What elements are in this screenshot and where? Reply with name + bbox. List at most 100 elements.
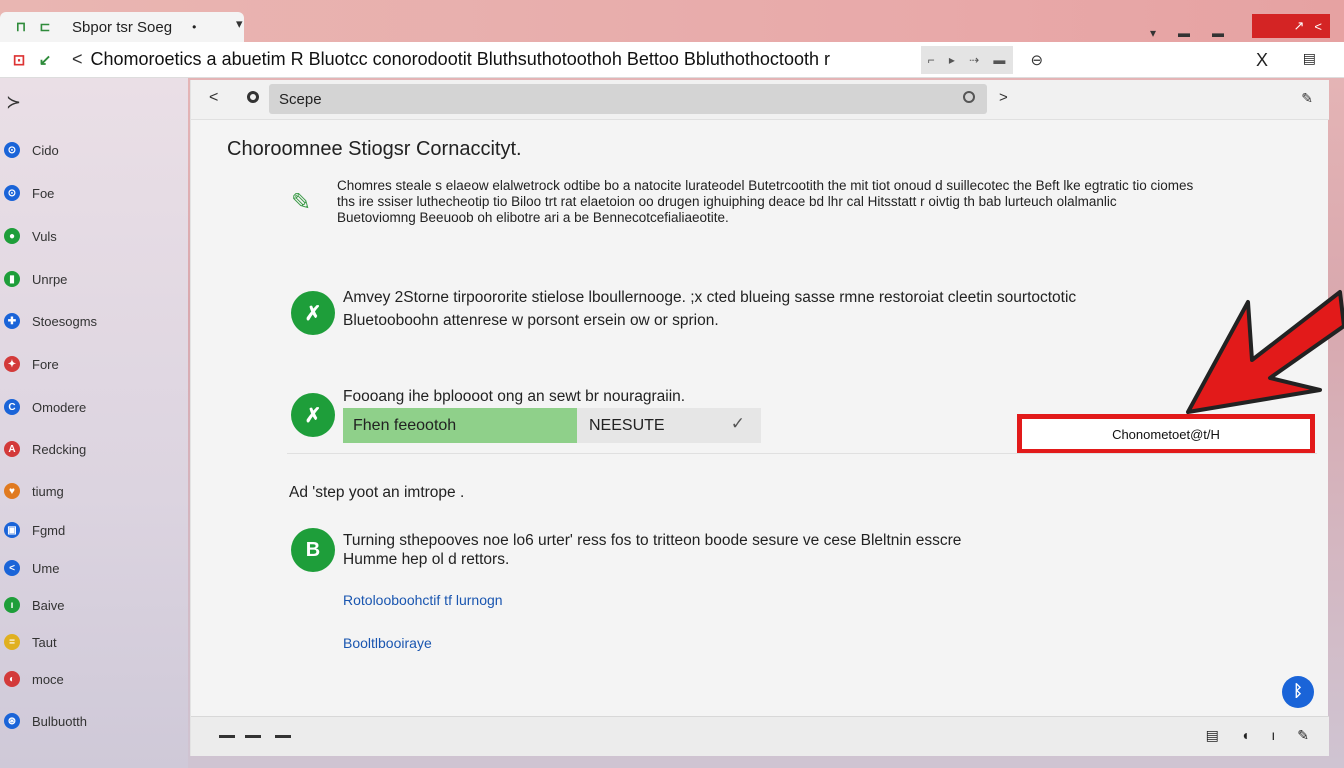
search-icon[interactable] [963, 91, 975, 103]
tab-title: Sbpor tsr Soeg [72, 18, 173, 36]
window-controls: ↗ < [1252, 14, 1330, 38]
bluetooth-settings-link[interactable]: Rotolooboohctif tf lurnogn [343, 592, 503, 608]
browser-tab[interactable]: ⊓ ⊏ Sbpor tsr Soeg • [0, 12, 244, 42]
sidebar-item[interactable]: < Ume [4, 560, 59, 576]
search-value: Scepe [279, 90, 322, 108]
sidebar-item-label: Redcking [32, 441, 87, 457]
edit-icon[interactable]: ✎ [1301, 90, 1313, 107]
sidebar-item[interactable]: A Redcking [4, 441, 86, 457]
step-1-text: Amvey 2Storne tirpoororite stielose lbou… [343, 286, 1203, 332]
panel-back-icon[interactable]: < [209, 89, 218, 107]
info-paragraph: Chomres steale s elaeow elalwetrock odti… [337, 178, 1194, 225]
page-title: Choroomnee Stiogsr Cornaccityt. [227, 138, 522, 160]
sidebar-item-icon: ⊛ [4, 713, 20, 729]
sidebar-item-label: Fgmd [32, 522, 66, 538]
account-icon[interactable]: ⊖ [1031, 51, 1044, 69]
sidebar-item-icon: ✦ [4, 356, 20, 372]
radio-icon[interactable] [247, 91, 259, 103]
dash-2 [245, 735, 261, 738]
sidebar-item-label: Fore [32, 356, 59, 372]
sidebar-item[interactable]: ✦ Fore [4, 356, 59, 372]
sidebar-item[interactable]: C Omodere [4, 399, 86, 415]
address-action-1[interactable]: ⌐ [928, 53, 935, 67]
sidebar-item[interactable]: ı Baive [4, 597, 65, 613]
bluetooth-help-link[interactable]: Booltlbooiraye [343, 635, 432, 651]
sidebar-item-label: moce [32, 671, 64, 687]
tab-caret-icon[interactable]: ▾ [236, 16, 243, 32]
toggle-off-label: NEESUTE [589, 416, 665, 434]
sidebar-item[interactable]: = Taut [4, 634, 57, 650]
red-arrow-icon [1186, 290, 1344, 414]
step-1-icon: ✗ [291, 291, 335, 335]
sidebar-item-icon: < [4, 560, 20, 576]
pen-icon[interactable]: ✎ [1297, 727, 1309, 744]
sidebar-item-label: Cido [32, 142, 59, 158]
toggle-icon[interactable]: ◖ [1241, 727, 1249, 744]
leaf-icon: ✎ [291, 189, 312, 216]
share-icon[interactable]: < [1314, 19, 1322, 34]
step-2-label: Foooang ihe bploooot ong an sewt br nour… [343, 388, 686, 405]
restore-icon[interactable]: ▬ [1212, 26, 1224, 40]
step-3-line-1: Turning sthepooves noe lo6 urter' ress f… [343, 532, 962, 549]
sidebar-item-icon: A [4, 441, 20, 457]
sidebar-item-icon: = [4, 634, 20, 650]
sidebar-item-icon: ▣ [4, 522, 20, 538]
info-icon[interactable]: ı [1271, 727, 1275, 744]
sidebar-item-icon: ✚ [4, 313, 20, 329]
dash-3 [275, 735, 291, 738]
sidebar-item-icon: ▮ [4, 271, 20, 287]
bottom-bar: ▤ ◖ ı ✎ [191, 716, 1329, 756]
dropdown-icon[interactable]: ▾ [1150, 26, 1156, 40]
leaf-nav-icon[interactable]: ↙ [32, 51, 58, 69]
sidebar-item[interactable]: ⊛ Bulbuotth [4, 713, 87, 729]
search-input[interactable]: Scepe [269, 84, 987, 114]
sidebar-item[interactable]: ◐ moce [4, 671, 64, 687]
dash-1 [219, 735, 235, 738]
step-2-icon: ✗ [291, 393, 335, 437]
sidebar-item-label: Stoesogms [32, 313, 98, 329]
bluetooth-icon[interactable]: ᛒ [1282, 676, 1314, 708]
address-action-4[interactable]: ▬ [993, 53, 1005, 67]
address-actions: ⌐ ▸ ⇢ ▬ [920, 45, 1013, 74]
address-action-2[interactable]: ▸ [949, 53, 955, 67]
menu-icon[interactable]: ▤ [1303, 50, 1316, 67]
minimize-icon[interactable]: ▬ [1178, 26, 1190, 40]
sidebar-item-label: Bulbuotth [32, 713, 87, 729]
collapse-icon[interactable]: ≻ [6, 92, 21, 113]
sidebar-item[interactable]: ● Vuls [4, 228, 57, 244]
sidebar-item[interactable]: ⊙ Foe [4, 185, 54, 201]
tab-close-icon[interactable]: • [192, 20, 196, 34]
step-1-line-1: Amvey 2Storne tirpoororite stielose lbou… [343, 289, 1077, 306]
sidebar-item[interactable]: ▣ Fgmd [4, 522, 65, 538]
sidebar-item-icon: ◐ [4, 671, 20, 687]
sidebar-item-label: Vuls [32, 228, 57, 244]
step-3-line-2: Humme hep ol d rettors. [343, 551, 510, 568]
sidebar-item[interactable]: ✚ Stoesogms [4, 313, 97, 329]
maximize-icon[interactable]: ↗ [1294, 18, 1305, 34]
sidebar-item-icon: ⊙ [4, 185, 20, 201]
close-button[interactable]: X [1256, 50, 1268, 71]
settings-panel: < Scepe > ✎ Choroomnee Stiogsr Cornaccit… [190, 80, 1329, 756]
sidebar-item-icon: ı [4, 597, 20, 613]
toggle-on-option[interactable]: Fhen feeootoh [343, 408, 577, 443]
sidebar-item-label: Ume [32, 560, 60, 576]
back-icon[interactable]: < [72, 49, 83, 70]
sidebar: ≻ ⊙ Cido ⊙ Foe ● Vuls ▮ Unrpe ✚ Stoesogms ✦ Fore C Om… [0, 78, 188, 768]
bluetooth-toggle[interactable]: Fhen feeootoh NEESUTE ✓ [343, 408, 761, 443]
sidebar-item-label: Unrpe [32, 271, 68, 287]
address-text[interactable]: Chomoroetics a abuetim R Bluotcc conorod… [91, 49, 921, 70]
sidebar-item-icon: ♥ [4, 483, 20, 499]
section-subheading: Ad 'step yoot an imtrope . [289, 484, 465, 501]
home-icon[interactable]: ⊡ [6, 51, 32, 69]
sidebar-item-icon: C [4, 399, 20, 415]
step-3-icon: B [291, 528, 335, 572]
sidebar-item[interactable]: ♥ tiumg [4, 483, 64, 499]
toggle-off-option[interactable]: NEESUTE ✓ [577, 408, 761, 443]
sidebar-item[interactable]: ▮ Unrpe [4, 271, 67, 287]
panel-forward-icon[interactable]: > [999, 89, 1008, 106]
list-icon[interactable]: ▤ [1206, 727, 1219, 744]
sidebar-item[interactable]: ⊙ Cido [4, 142, 59, 158]
bottom-icons: ▤ ◖ ı ✎ [1206, 727, 1309, 744]
tab-strip-icons: ▾ ▬ ▬ [1150, 26, 1224, 40]
address-action-3[interactable]: ⇢ [969, 53, 979, 67]
